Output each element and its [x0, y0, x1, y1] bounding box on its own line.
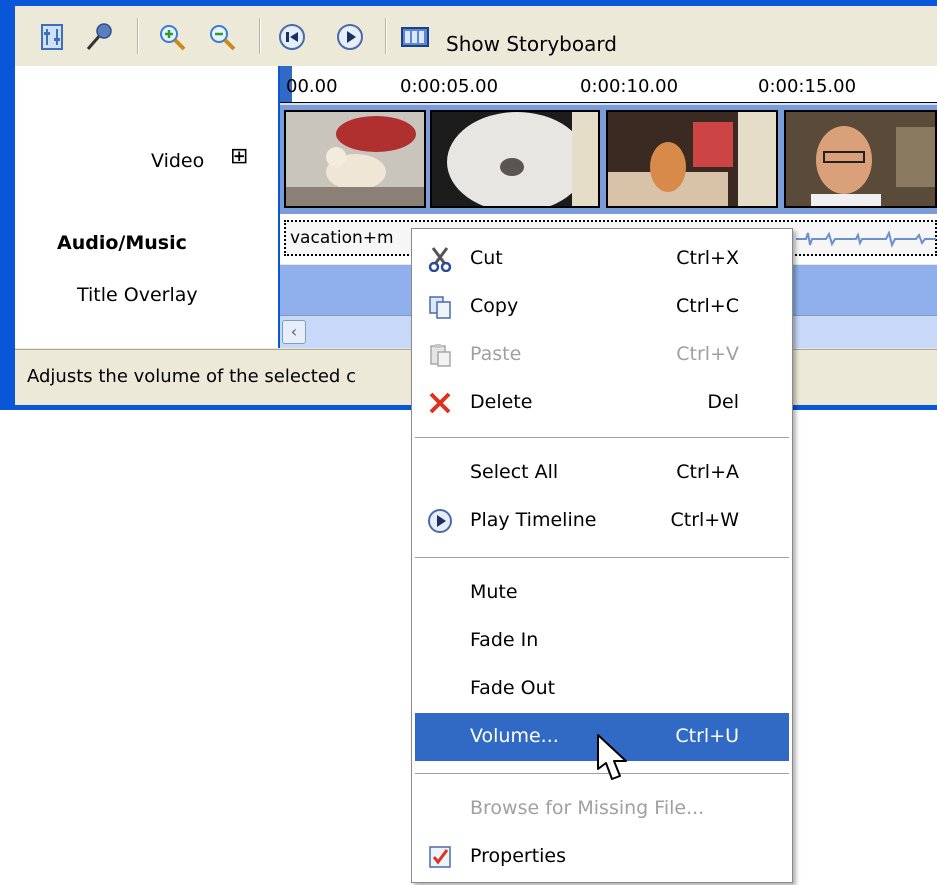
video-clip[interactable]	[784, 110, 937, 208]
properties-icon	[429, 846, 451, 868]
video-clip[interactable]	[430, 110, 600, 208]
menu-item-shortcut: Ctrl+V	[676, 343, 739, 365]
status-text: Adjusts the volume of the selected c	[27, 366, 356, 387]
scissors-icon	[428, 247, 452, 272]
menu-item-label: Fade Out	[470, 677, 556, 699]
title-overlay-track-label: Title Overlay	[77, 284, 198, 306]
menu-item-shortcut: Del	[707, 391, 739, 413]
menu-item-label: Play Timeline	[470, 509, 597, 531]
mouse-pointer-icon	[597, 734, 627, 780]
menu-item-copy[interactable]: Copy Ctrl+C	[415, 283, 789, 331]
zoom-out-icon[interactable]	[207, 22, 237, 52]
menu-item-label: Fade In	[470, 629, 539, 651]
zoom-in-icon[interactable]	[157, 22, 187, 52]
audio-clip-name: vacation+m	[290, 228, 394, 248]
video-track[interactable]	[280, 103, 937, 215]
menu-item-select-all[interactable]: Select All Ctrl+A	[415, 449, 789, 497]
menu-separator	[415, 437, 789, 438]
ruler-tick: 0:00:10.00	[580, 76, 679, 97]
menu-item-fade-in[interactable]: Fade In	[415, 617, 789, 665]
menu-item-label: Properties	[470, 845, 567, 867]
rewind-timeline-icon[interactable]	[277, 22, 307, 52]
menu-item-label: Cut	[470, 247, 503, 269]
cat-closeup-thumbnail	[432, 112, 598, 206]
menu-item-shortcut: Ctrl+X	[676, 247, 739, 269]
menu-item-label: Copy	[470, 295, 519, 317]
storyboard-icon[interactable]	[400, 22, 430, 52]
toolbar-separator	[137, 18, 139, 54]
menu-item-label: Paste	[470, 343, 522, 365]
cat-on-bed-thumbnail	[608, 112, 776, 206]
menu-item-play-timeline[interactable]: Play Timeline Ctrl+W	[415, 497, 789, 545]
menu-item-mute[interactable]: Mute	[415, 569, 789, 617]
menu-item-label: Delete	[470, 391, 533, 413]
menu-item-label: Mute	[470, 581, 518, 603]
menu-item-shortcut: Ctrl+C	[676, 295, 739, 317]
expand-video-icon[interactable]: ⊞	[230, 144, 248, 169]
toolbar-separator	[385, 18, 387, 54]
copy-icon	[429, 296, 451, 319]
menu-item-cut[interactable]: Cut Ctrl+X	[415, 235, 789, 283]
time-ruler[interactable]: 00.00 0:00:05.00 0:00:10.00 0:00:15.00	[280, 66, 937, 103]
menu-item-delete[interactable]: Delete Del	[415, 379, 789, 427]
menu-separator	[415, 557, 789, 558]
dog-thumbnail	[286, 112, 424, 206]
video-track-label: Video	[151, 150, 205, 172]
menu-item-properties[interactable]: Properties	[415, 833, 789, 881]
delete-x-icon	[429, 392, 451, 414]
menu-item-shortcut: Ctrl+A	[676, 461, 739, 483]
menu-item-label: Select All	[470, 461, 559, 483]
video-clip[interactable]	[284, 110, 426, 208]
audio-waveform	[796, 230, 936, 248]
scroll-left-icon[interactable]: ‹	[282, 320, 306, 344]
narrate-timeline-icon[interactable]	[83, 22, 113, 52]
timeline-toolbar: Show Storyboard	[15, 6, 937, 66]
ruler-tick: 0:00:05.00	[400, 76, 499, 97]
play-icon	[428, 509, 452, 533]
audio-music-track-label: Audio/Music	[57, 232, 187, 254]
menu-item-fade-out[interactable]: Fade Out	[415, 665, 789, 713]
menu-item-paste: Paste Ctrl+V	[415, 331, 789, 379]
show-storyboard-button[interactable]: Show Storyboard	[446, 32, 617, 56]
menu-item-shortcut: Ctrl+W	[670, 509, 739, 531]
play-timeline-icon[interactable]	[335, 22, 365, 52]
menu-item-label: Volume...	[470, 725, 559, 747]
toolbar-separator	[259, 18, 261, 54]
menu-item-label: Browse for Missing File...	[470, 797, 705, 819]
video-clip[interactable]	[606, 110, 778, 208]
ruler-tick: 00.00	[286, 76, 338, 97]
ruler-tick: 0:00:15.00	[758, 76, 857, 97]
set-audio-levels-icon[interactable]	[37, 22, 67, 52]
paste-icon	[430, 344, 451, 367]
track-labels-panel: Video ⊞ Audio/Music Title Overlay	[15, 66, 280, 348]
menu-item-shortcut: Ctrl+U	[675, 725, 739, 747]
man-portrait-thumbnail	[786, 112, 935, 206]
